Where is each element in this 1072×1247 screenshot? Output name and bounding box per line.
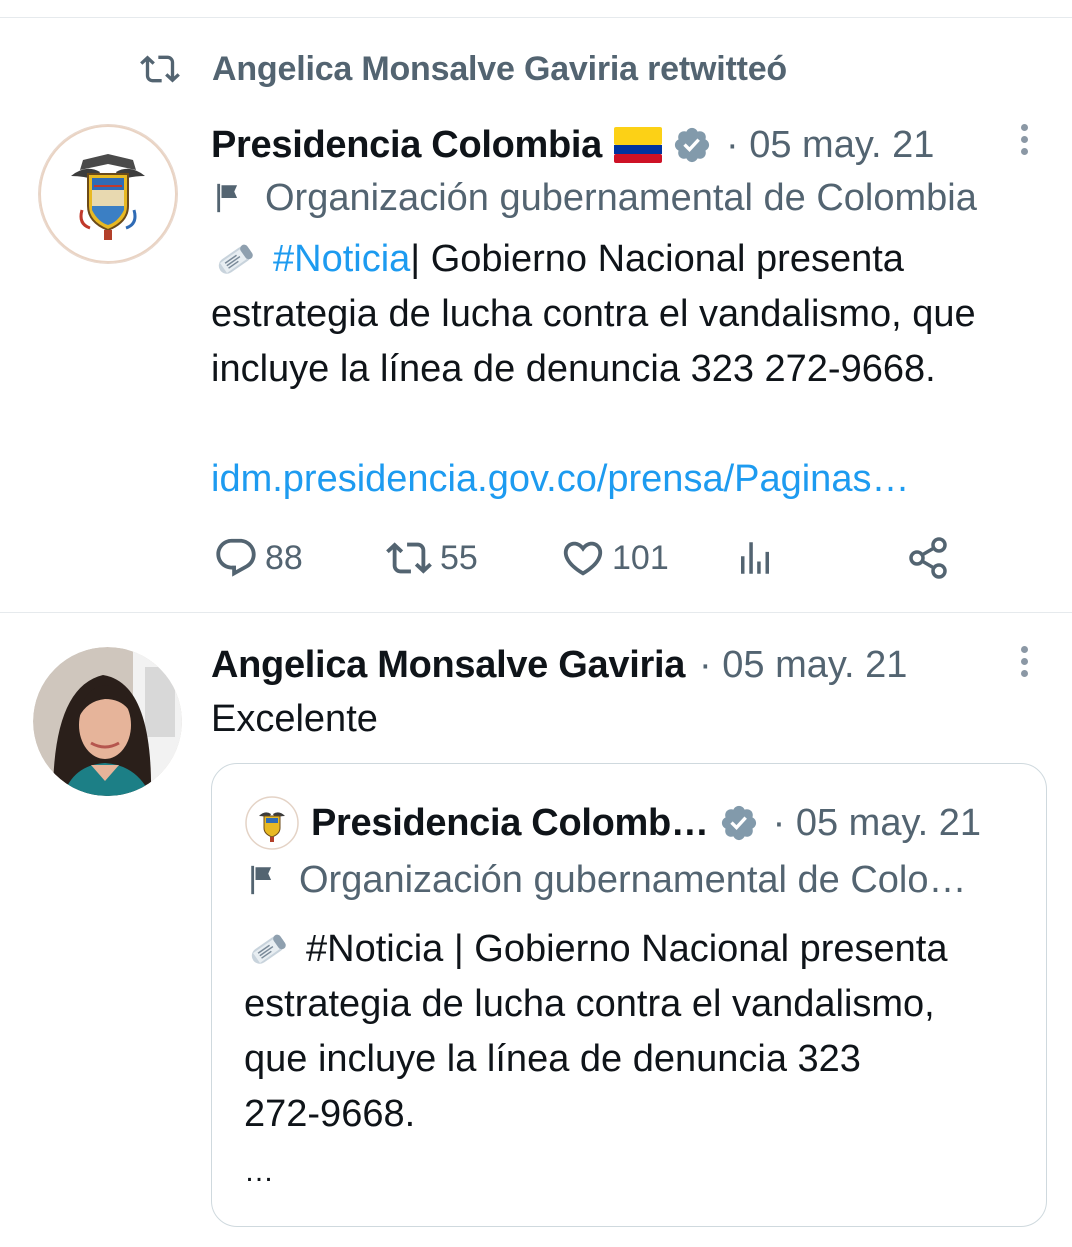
- tweet2-text: Excelente: [211, 698, 378, 740]
- quote-line-2: estrategia de lucha contra el vandalismo…: [244, 983, 935, 1025]
- newspaper-emoji-icon: [244, 930, 292, 970]
- retweet-count: 55: [440, 538, 478, 577]
- tweet1-body: #Noticia | Gobierno Nacional presenta es…: [211, 232, 1051, 397]
- share-icon: [909, 537, 947, 579]
- newspaper-emoji-icon: [211, 240, 259, 280]
- author-name[interactable]: Angelica Monsalve Gaviria: [211, 644, 685, 687]
- quote-line-3: que incluye la línea de denuncia 323: [244, 1038, 861, 1080]
- tweet1-header: Presidencia Colombia · 05 may. 21: [211, 118, 934, 172]
- body-line-2: estrategia de lucha contra el vandalismo…: [211, 293, 976, 335]
- quote-account-label: Organización gubernamental de Colo…: [247, 854, 967, 906]
- flag-colombia-icon: [614, 127, 663, 163]
- more-icon[interactable]: [1019, 119, 1029, 160]
- top-divider: [0, 17, 1072, 18]
- retweet-button[interactable]: 55: [384, 533, 478, 583]
- share-button[interactable]: [904, 533, 958, 583]
- flag-icon: [217, 183, 238, 213]
- quote-label-text: Organización gubernamental de Colo…: [299, 858, 967, 901]
- like-icon: [563, 541, 603, 576]
- verified-badge-icon[interactable]: [672, 125, 712, 165]
- flag-icon: [251, 865, 272, 895]
- retweet-label[interactable]: Angelica Monsalve Gaviria retwitteó: [212, 50, 787, 89]
- person-avatar[interactable]: [33, 647, 182, 796]
- body-line-3: incluye la línea de denuncia 323 272-966…: [211, 348, 936, 390]
- label-text: Organización gubernamental de Colombia: [265, 176, 977, 219]
- author-name[interactable]: Presidencia Colombia: [211, 124, 602, 167]
- reply-count: 88: [265, 538, 303, 577]
- quote-date[interactable]: · 05 may. 21: [773, 802, 981, 845]
- account-label: Organización gubernamental de Colombia: [213, 172, 977, 224]
- views-button[interactable]: [734, 533, 782, 583]
- quote-body: #Noticia | Gobierno Nacional presenta es…: [244, 922, 1034, 1202]
- verified-badge-icon[interactable]: [719, 803, 759, 843]
- retweet-icon: [386, 542, 432, 574]
- reply-button[interactable]: 88: [213, 533, 303, 583]
- quote-line-4: 272-9668.: [244, 1093, 416, 1135]
- body-line-1: | Gobierno Nacional presenta: [410, 238, 904, 280]
- coat-of-arms-avatar[interactable]: [38, 124, 178, 264]
- coat-of-arms-avatar[interactable]: [245, 796, 299, 850]
- like-button[interactable]: 101: [560, 533, 669, 583]
- more-icon[interactable]: [1019, 641, 1029, 682]
- quote-header: Presidencia Colomb… · 05 may. 21: [245, 794, 981, 852]
- quote-line-1: #Noticia | Gobierno Nacional presenta: [306, 928, 948, 970]
- tweet-divider: [0, 612, 1072, 613]
- like-count: 101: [612, 538, 669, 577]
- retweet-icon: [140, 55, 180, 83]
- tweet-date[interactable]: · 05 may. 21: [699, 644, 907, 687]
- quote-ellipsis: …: [244, 1155, 274, 1188]
- views-icon: [741, 542, 769, 574]
- tweet2-header: Angelica Monsalve Gaviria · 05 may. 21: [211, 638, 907, 692]
- retweet-header: Angelica Monsalve Gaviria retwitteó: [138, 44, 787, 94]
- quoted-tweet-card[interactable]: Presidencia Colomb… · 05 may. 21 Organiz…: [211, 763, 1047, 1227]
- quote-author-name[interactable]: Presidencia Colomb…: [311, 802, 709, 845]
- tweet-date[interactable]: · 05 may. 21: [726, 124, 934, 167]
- reply-icon: [216, 538, 256, 577]
- hashtag-link[interactable]: #Noticia: [273, 232, 410, 287]
- external-link[interactable]: idm.presidencia.gov.co/prensa/Paginas…: [211, 452, 909, 507]
